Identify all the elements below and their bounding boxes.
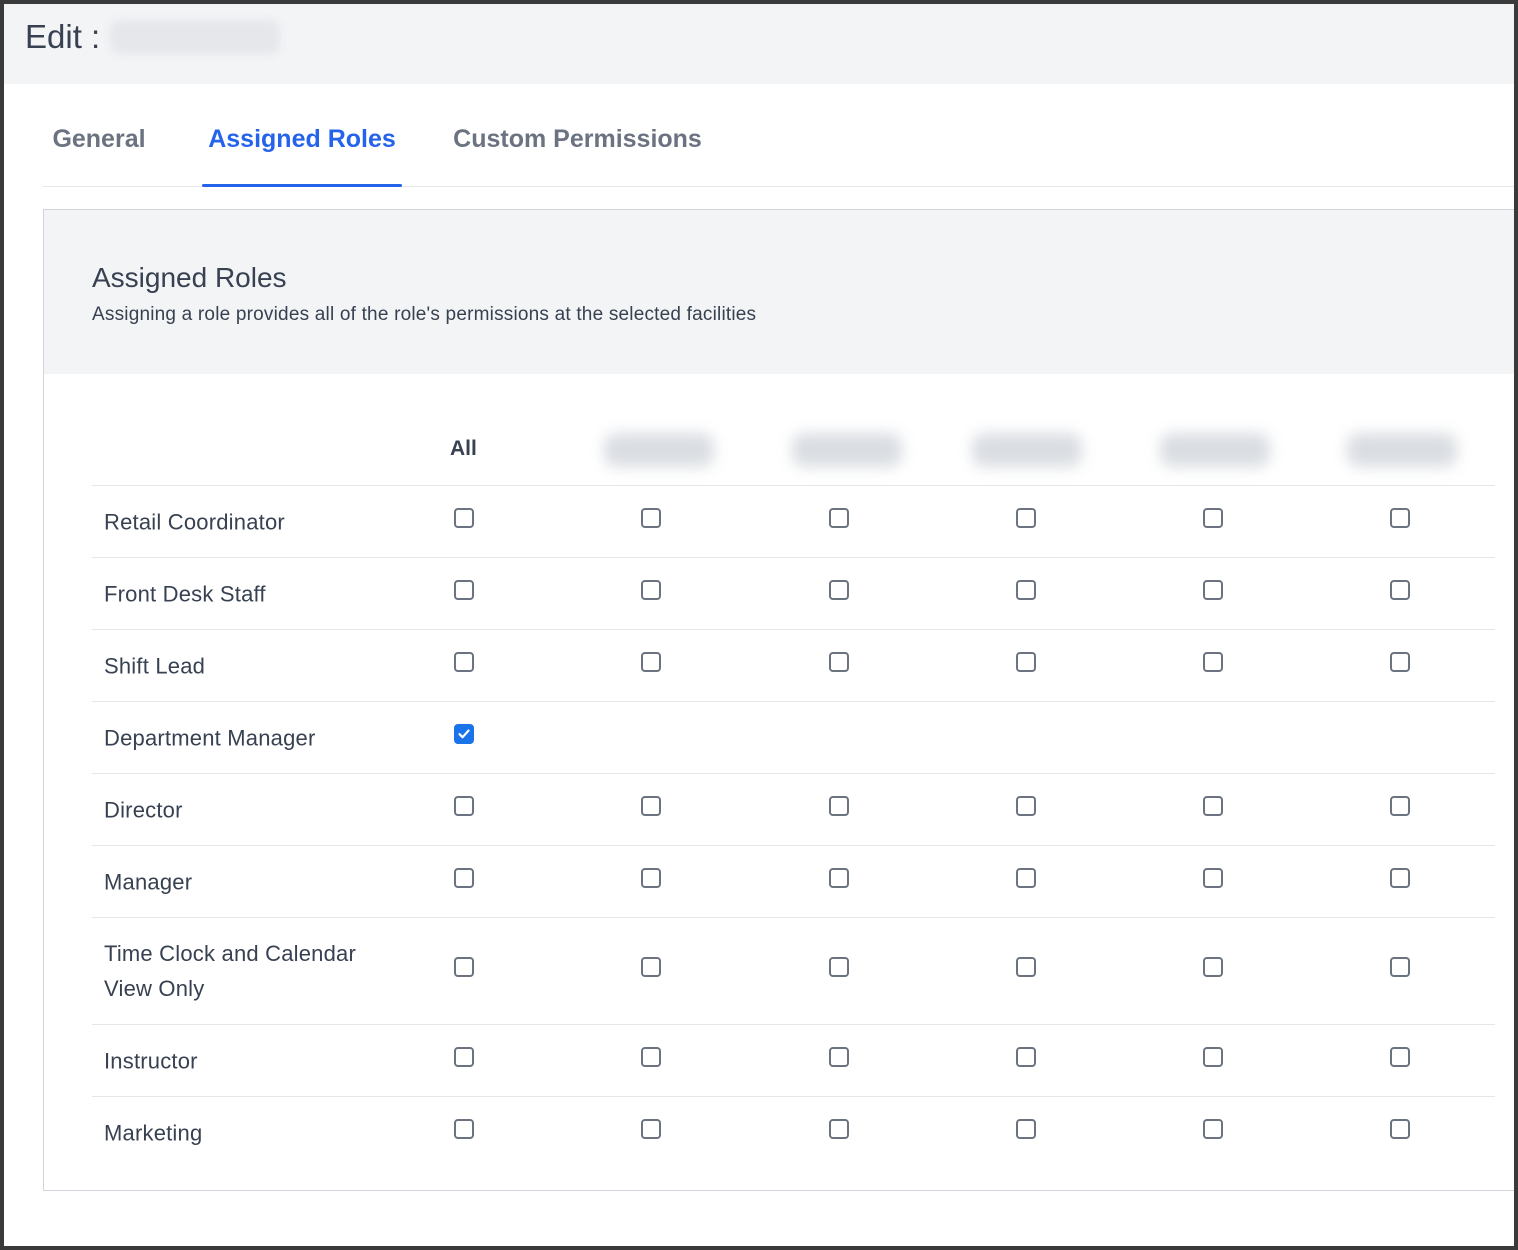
role-all-checkbox[interactable] [454,795,474,816]
role-facility-3-checkbox[interactable] [1016,867,1036,888]
role-facility-4-checkbox[interactable] [1203,651,1223,672]
grid-header-row: All [92,415,1495,486]
role-facility-4-checkbox[interactable] [1203,579,1223,600]
role-name: Manager [104,869,193,894]
role-all-checkbox[interactable] [454,507,474,528]
grid-rows: Retail Coordinator Front Desk Staff Shift … [92,486,1495,1168]
role-all-checkbox[interactable] [454,1118,474,1139]
role-name: Department Manager [104,725,316,750]
role-facility-4-checkbox[interactable] [1203,1118,1223,1139]
role-facility-2-checkbox[interactable] [829,579,849,600]
role-facility-3-checkbox[interactable] [1016,957,1036,977]
role-name: Marketing [104,1120,203,1145]
tab-bar: General Assigned Roles Custom Permission… [43,104,1514,187]
role-facility-1-checkbox[interactable] [641,1118,661,1139]
role-facility-5-checkbox[interactable] [1390,579,1410,600]
role-facility-2-checkbox[interactable] [829,867,849,888]
role-all-checkbox[interactable] [454,867,474,888]
role-facility-5-checkbox[interactable] [1390,867,1410,888]
role-facility-1-checkbox[interactable] [641,957,661,977]
redacted-user-name [110,20,281,54]
tab-general[interactable]: General [49,104,149,186]
page-header: Edit : [4,4,1514,84]
role-name: Time Clock and Calendar View Only [104,941,357,1001]
role-facility-5-checkbox[interactable] [1390,1046,1410,1067]
role-facility-4-checkbox[interactable] [1203,957,1223,977]
panel-header: Assigned Roles Assigning a role provides… [44,210,1514,374]
role-facility-2-checkbox[interactable] [829,795,849,816]
window-frame: Edit : General Assigned Roles Custom Per… [0,0,1518,1250]
role-row: Time Clock and Calendar View Only [92,918,1495,1025]
role-row: Manager [92,846,1495,918]
role-facility-5-checkbox[interactable] [1390,957,1410,977]
role-facility-3-checkbox[interactable] [1016,1046,1036,1067]
role-facility-1-checkbox[interactable] [641,1046,661,1067]
column-header-facility-3 [972,433,1082,467]
role-row: Instructor [92,1025,1495,1097]
role-facility-2-checkbox[interactable] [829,1118,849,1139]
role-all-checkbox[interactable] [454,1046,474,1067]
role-name: Front Desk Staff [104,581,266,606]
roles-grid: All Retail Coordinator Front Desk Staff Sh… [92,415,1495,1168]
assigned-roles-panel: Assigned Roles Assigning a role provides… [43,209,1514,1191]
role-all-checkbox[interactable] [454,723,474,744]
role-row: Front Desk Staff [92,558,1495,630]
page-title-text: Edit : [25,18,101,55]
role-name: Director [104,797,183,822]
role-all-checkbox[interactable] [454,957,474,977]
role-facility-3-checkbox[interactable] [1016,795,1036,816]
tab-custom-permissions[interactable]: Custom Permissions [450,104,705,186]
tab-assigned-roles[interactable]: Assigned Roles [202,104,402,187]
role-facility-1-checkbox[interactable] [641,507,661,528]
role-facility-5-checkbox[interactable] [1390,795,1410,816]
column-header-all: All [450,437,477,460]
role-facility-1-checkbox[interactable] [641,867,661,888]
role-facility-1-checkbox[interactable] [641,579,661,600]
role-facility-5-checkbox[interactable] [1390,651,1410,672]
column-header-facility-2 [792,433,902,467]
column-header-facility-5 [1347,433,1457,467]
role-row: Marketing [92,1097,1495,1168]
role-facility-2-checkbox[interactable] [829,957,849,977]
role-facility-5-checkbox[interactable] [1390,1118,1410,1139]
role-facility-3-checkbox[interactable] [1016,579,1036,600]
column-header-facility-4 [1160,433,1270,467]
role-name: Instructor [104,1048,198,1073]
role-facility-3-checkbox[interactable] [1016,507,1036,528]
role-facility-5-checkbox[interactable] [1390,507,1410,528]
role-row: Department Manager [92,702,1495,774]
role-all-checkbox[interactable] [454,579,474,600]
role-facility-2-checkbox[interactable] [829,1046,849,1067]
role-facility-2-checkbox[interactable] [829,507,849,528]
role-facility-4-checkbox[interactable] [1203,795,1223,816]
page-title: Edit : [25,18,281,56]
role-row: Director [92,774,1495,846]
panel-title: Assigned Roles [92,262,287,293]
role-row: Shift Lead [92,630,1495,702]
column-header-facility-1 [604,433,714,467]
panel-subtitle: Assigning a role provides all of the rol… [92,304,757,325]
role-name: Retail Coordinator [104,509,285,534]
role-facility-3-checkbox[interactable] [1016,1118,1036,1139]
role-all-checkbox[interactable] [454,651,474,672]
role-row: Retail Coordinator [92,486,1495,558]
role-facility-2-checkbox[interactable] [829,651,849,672]
role-name: Shift Lead [104,653,206,678]
role-facility-4-checkbox[interactable] [1203,867,1223,888]
role-facility-1-checkbox[interactable] [641,651,661,672]
role-facility-4-checkbox[interactable] [1203,507,1223,528]
role-facility-3-checkbox[interactable] [1016,651,1036,672]
role-facility-1-checkbox[interactable] [641,795,661,816]
role-facility-4-checkbox[interactable] [1203,1046,1223,1067]
